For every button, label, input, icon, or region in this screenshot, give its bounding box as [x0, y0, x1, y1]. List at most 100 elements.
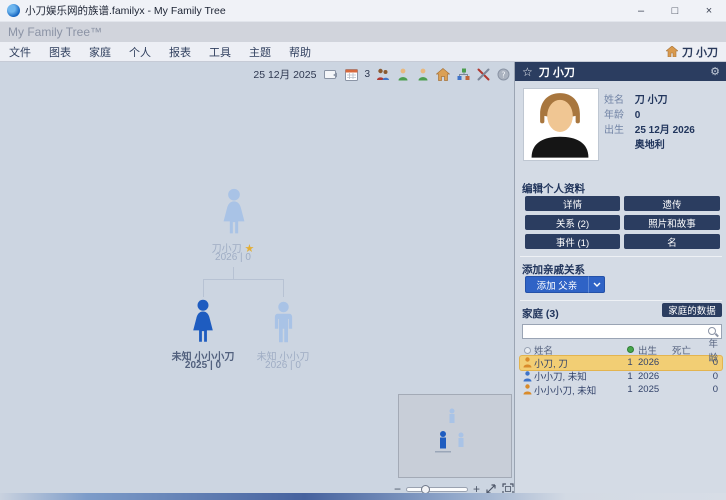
add-father-button[interactable]: 添加 父亲 [525, 276, 588, 293]
family-search-box[interactable] [522, 324, 722, 339]
favorite-star-icon[interactable]: ☆ [522, 65, 533, 79]
tree-root-detail: 2026 | 0 [215, 252, 251, 263]
app-logo-icon [7, 4, 20, 17]
row-age: 0 [700, 371, 722, 382]
header-death[interactable]: 死亡 [672, 343, 700, 357]
svg-text:?: ? [501, 70, 505, 79]
detail-birth-row: 出生 25 12月 2026 [604, 121, 695, 136]
home-person-link[interactable]: 刀 小刀 [666, 44, 726, 60]
minimap-preview [399, 395, 511, 477]
menu-tools[interactable]: 工具 [200, 42, 240, 62]
panel-person-name: 刀 小刀 [539, 64, 575, 80]
family-table-header[interactable]: 姓名 出生 死亡 年龄 [520, 344, 722, 356]
row-name: 小小刀, 未知 [534, 369, 622, 383]
tree-right-child-detail: 2026 | 0 [265, 360, 301, 371]
family-row-1[interactable]: 小刀, 刀 1 2026 0 [520, 356, 722, 370]
desktop-edge [0, 493, 726, 500]
home-icon [666, 46, 678, 57]
row-birth: 2026 [638, 357, 672, 368]
maximize-button[interactable]: □ [658, 0, 692, 22]
menu-help[interactable]: 帮助 [280, 42, 320, 62]
family-search-input[interactable] [523, 326, 707, 338]
person-icon-orange [523, 357, 532, 368]
detail-birth-label: 出生 [604, 121, 628, 136]
panel-divider-2 [520, 300, 722, 301]
details-button[interactable]: 详情 [525, 196, 620, 211]
menu-charts[interactable]: 图表 [40, 42, 80, 62]
add-father-split-button[interactable]: 添加 父亲 [525, 276, 605, 293]
person-panel-header: ☆ 刀 小刀 ⚙ [515, 62, 726, 81]
row-count: 1 [622, 371, 638, 382]
calendar-icon[interactable] [344, 68, 358, 82]
detail-birth-value: 25 12月 2026 [635, 125, 695, 136]
row-birth: 2026 [638, 371, 672, 382]
tree-connector-h [203, 279, 284, 280]
panel-settings-gear-icon[interactable]: ⚙ [710, 65, 720, 78]
tree-left-child-detail: 2025 | 0 [185, 360, 221, 371]
detail-name-label: 姓名 [604, 91, 628, 106]
family-table: 姓名 出生 死亡 年龄 小刀, 刀 1 2026 0 小小刀, 未知 1 202… [520, 344, 722, 397]
close-button[interactable]: × [692, 0, 726, 22]
edit-section-title: 编辑个人资料 [522, 181, 585, 196]
avatar-silhouette [524, 89, 596, 158]
events-button[interactable]: 事件 (1) [525, 234, 620, 249]
panel-divider-1 [520, 256, 722, 257]
tree-person-root[interactable] [216, 188, 252, 238]
row-count: 1 [622, 357, 638, 368]
row-birth: 2025 [638, 384, 672, 395]
detail-name-value: 刀 小刀 [635, 95, 668, 106]
detail-birthplace-value: 奥地利 [635, 140, 665, 151]
photos-stories-button[interactable]: 照片和故事 [624, 215, 720, 230]
people-count: 3 [364, 69, 370, 80]
zoom-slider[interactable] [406, 487, 468, 492]
header-birth[interactable]: 出生 [638, 343, 672, 357]
brand-label: My Family Tree™ [0, 25, 102, 39]
home-person-icon[interactable] [436, 68, 450, 82]
detail-birthplace-row: 奥地利 [604, 136, 665, 151]
menu-bar: 文件 图表 家庭 个人 报表 工具 主题 帮助 刀 小刀 [0, 42, 726, 62]
tree-connector-v-root [233, 267, 234, 279]
canvas-toolbar: 25 12月 2025 3 [253, 67, 510, 82]
detail-name-row: 姓名 刀 小刀 [604, 91, 668, 106]
current-date-label: 25 12月 2025 [253, 67, 316, 82]
person-photo[interactable] [524, 89, 598, 160]
names-button[interactable]: 名 [624, 234, 720, 249]
tree-connector-v-left [203, 279, 204, 297]
tree-canvas[interactable]: 25 12月 2025 3 [0, 62, 514, 500]
home-person-name: 刀 小刀 [682, 44, 718, 60]
row-age: 0 [700, 384, 722, 395]
detail-age-label: 年龄 [604, 106, 628, 121]
relationships-button[interactable]: 关系 (2) [525, 215, 620, 230]
detail-age-value: 0 [635, 110, 641, 121]
my-family-tree-window: 小刀娱乐网的族谱.familyx - My Family Tree – □ × … [0, 0, 726, 500]
menu-family[interactable]: 家庭 [80, 42, 120, 62]
person-icon-1[interactable] [396, 68, 410, 82]
detail-age-row: 年龄 0 [604, 106, 640, 121]
person-icon-orange [523, 384, 532, 395]
family-row-2[interactable]: 小小刀, 未知 1 2026 0 [520, 370, 722, 384]
sort-circle-icon [524, 347, 531, 354]
family-row-3[interactable]: 小小小刀, 未知 1 2025 0 [520, 383, 722, 397]
status-dot-icon [627, 346, 634, 353]
tree-person-right-child[interactable] [267, 301, 300, 346]
menu-individual[interactable]: 个人 [120, 42, 160, 62]
menu-reports[interactable]: 报表 [160, 42, 200, 62]
ribbon-bar: My Family Tree™ [0, 22, 726, 42]
person-icon-2[interactable] [416, 68, 430, 82]
window-title: 小刀娱乐网的族谱.familyx - My Family Tree [25, 3, 226, 18]
row-age: 0 [700, 357, 722, 368]
slideshow-icon[interactable] [324, 68, 338, 82]
family-data-button[interactable]: 家庭的数据 [662, 303, 722, 317]
relationship-chart-icon[interactable] [456, 68, 470, 82]
tools-icon[interactable] [476, 68, 490, 82]
menu-themes[interactable]: 主题 [240, 42, 280, 62]
genetics-button[interactable]: 遗传 [624, 196, 720, 211]
add-father-dropdown[interactable] [588, 276, 605, 293]
tree-person-left-child[interactable] [186, 299, 220, 346]
minimize-button[interactable]: – [624, 0, 658, 22]
menu-file[interactable]: 文件 [0, 42, 40, 62]
minimap[interactable] [398, 394, 512, 478]
help-icon[interactable]: ? [496, 68, 510, 82]
family-section-title: 家庭 (3) [522, 306, 559, 321]
family-group-icon[interactable] [376, 68, 390, 82]
